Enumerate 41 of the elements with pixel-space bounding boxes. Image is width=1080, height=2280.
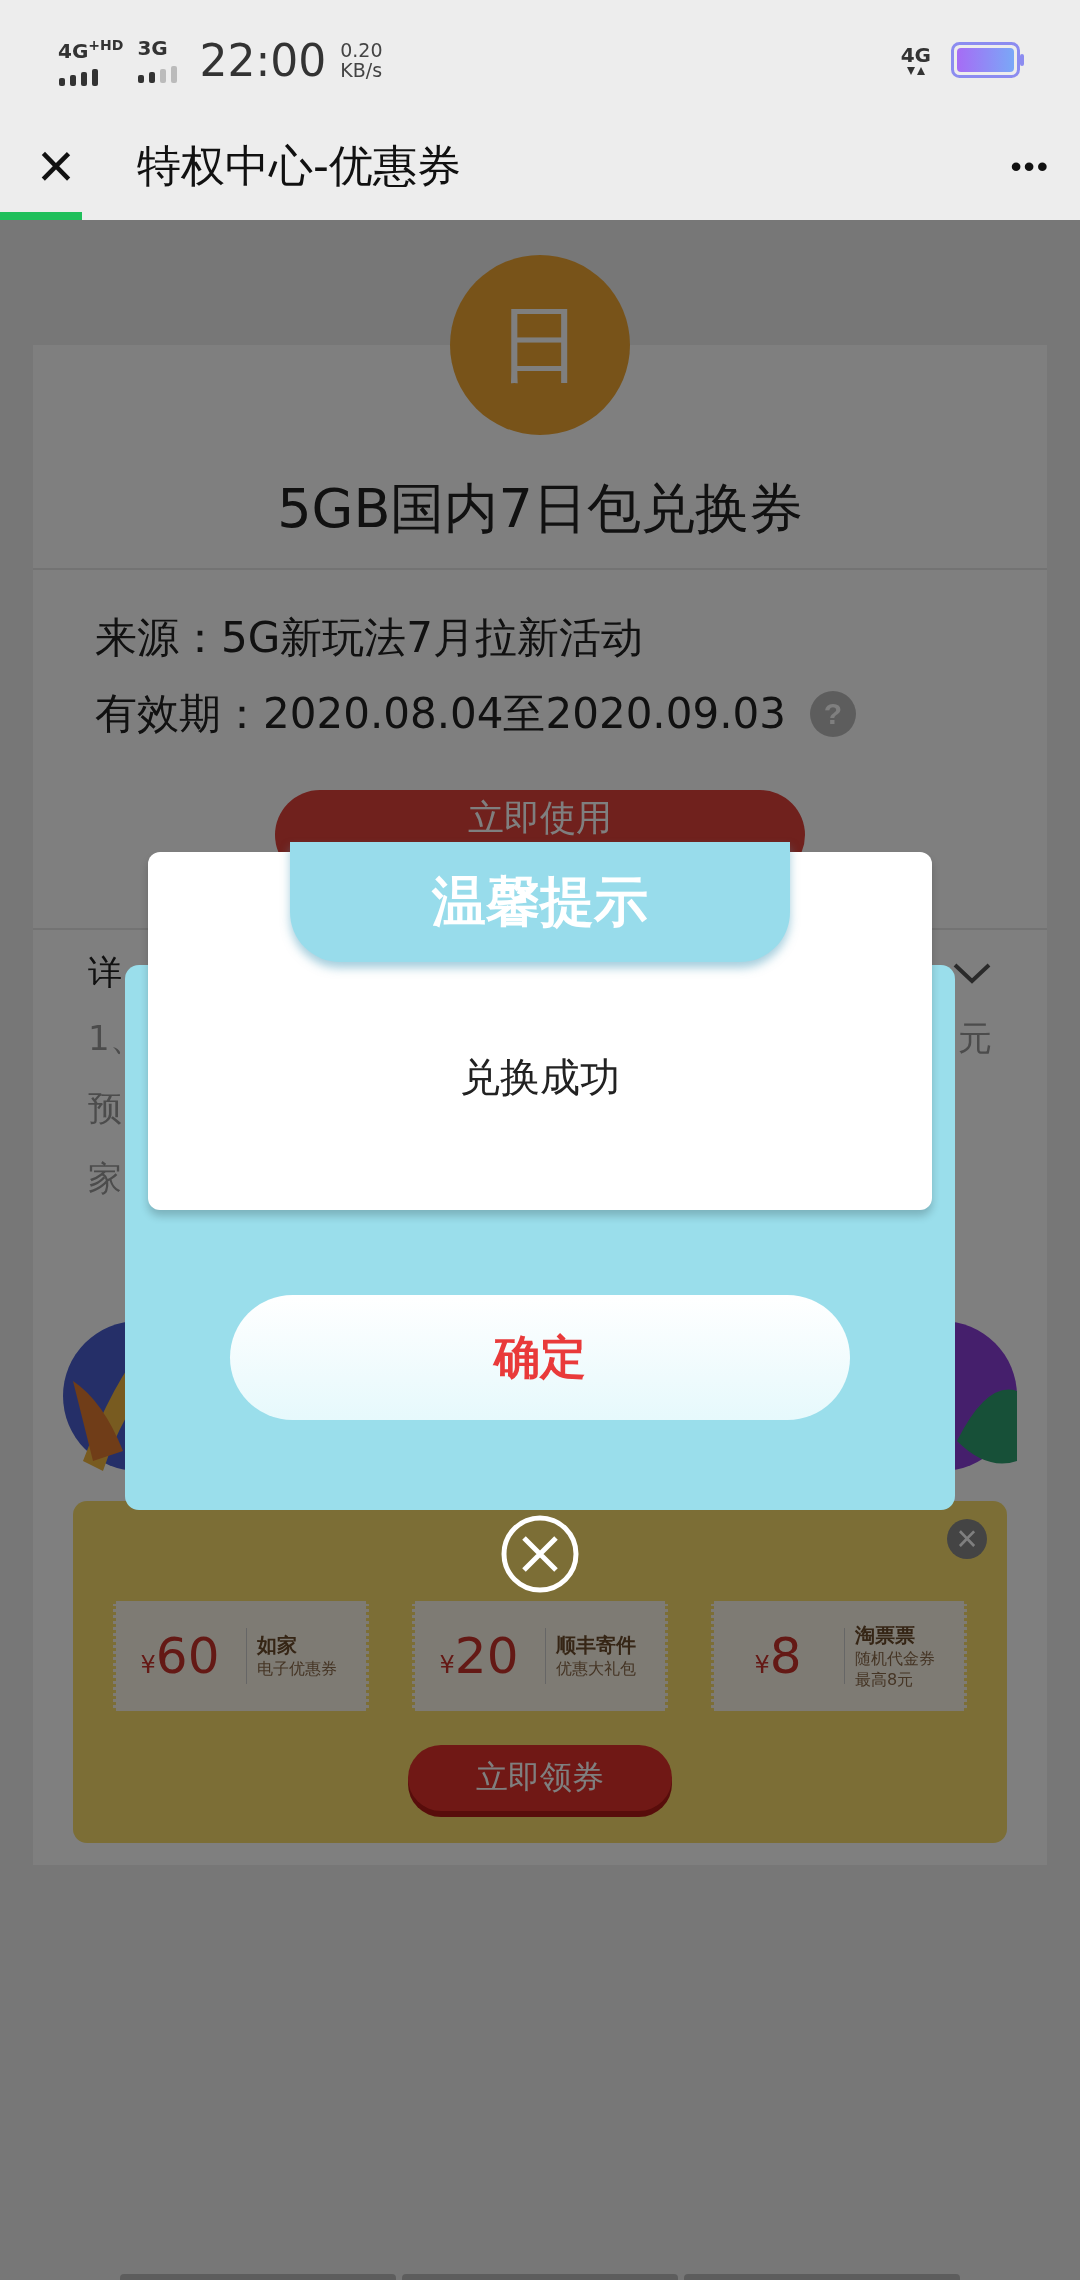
currency-sign: ¥ — [754, 1651, 770, 1679]
clock-time: 22:00 — [199, 34, 327, 86]
coupon-ticket[interactable]: ¥60 如家 电子优惠券 — [113, 1601, 369, 1711]
currency-sign: ¥ — [140, 1651, 156, 1679]
network-label: 4G$^{+HD}$ — [58, 36, 124, 62]
coupon-desc: 最高8元 — [855, 1669, 915, 1691]
speed-unit: KB/s — [340, 60, 383, 80]
network-label: 3G — [137, 37, 168, 59]
network-label: 4G — [900, 44, 931, 66]
validity-period: 有效期：2020.08.04至2020.09.03 — [95, 688, 786, 740]
bottom-tab[interactable] — [120, 2274, 396, 2280]
coupon-desc: 优惠大礼包 — [556, 1659, 636, 1680]
dialog-message: 兑换成功 — [460, 1053, 620, 1102]
bottom-tab[interactable] — [402, 2274, 678, 2280]
coupon-ticket[interactable]: ¥8 淘票票 随机代金券 最高8元 — [711, 1601, 967, 1711]
battery-icon — [951, 42, 1025, 78]
speed-value: 0.20 — [340, 40, 383, 60]
coupon-ticket[interactable]: ¥20 顺丰寄件 优惠大礼包 — [412, 1601, 668, 1711]
coupon-source: 来源：5G新玩法7月拉新活动 — [95, 612, 644, 664]
coupon-amount: 60 — [155, 1627, 220, 1685]
more-button[interactable]: ••• — [1010, 147, 1050, 185]
close-icon — [500, 1514, 580, 1594]
coupon-amount: 8 — [769, 1627, 802, 1685]
coupon-amount: 20 — [454, 1627, 519, 1685]
close-button[interactable]: × — [30, 134, 82, 198]
coupon-name: 淘票票 — [855, 1621, 916, 1649]
data-arrows-icon — [905, 66, 926, 76]
currency-sign: ¥ — [439, 1651, 455, 1679]
confirm-button[interactable]: 确定 — [230, 1295, 850, 1420]
bottom-tab[interactable] — [684, 2274, 960, 2280]
coupon-title: 5GB国内7日包兑换券 — [277, 476, 803, 542]
coupon-desc: 电子优惠券 — [257, 1659, 337, 1680]
close-button[interactable]: × — [947, 1519, 987, 1559]
dialog-title: 温馨提示 — [290, 842, 790, 962]
coupon-name: 如家 — [257, 1632, 298, 1659]
coupon-desc: 随机代金券 — [855, 1648, 935, 1670]
chevron-down-icon — [952, 961, 992, 985]
page-title: 特权中心-优惠券 — [137, 138, 462, 193]
coupon-name: 顺丰寄件 — [556, 1632, 636, 1659]
details-heading: 详 — [88, 951, 122, 994]
coupon-badge: 日 — [450, 255, 630, 435]
